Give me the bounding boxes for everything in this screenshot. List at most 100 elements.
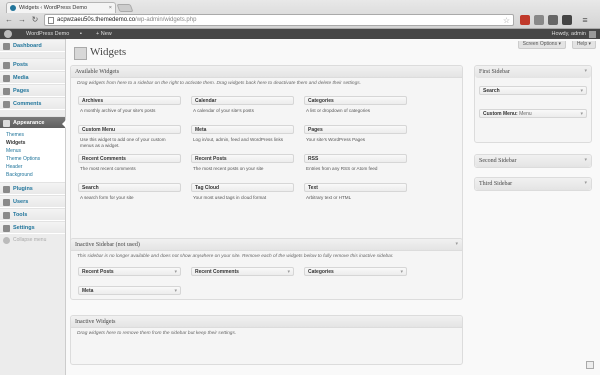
avatar[interactable]	[589, 30, 596, 38]
back-arrow-icon[interactable]: ←	[4, 15, 14, 25]
browser-chrome: Widgets ‹ WordPress Demo × ← → ↻ acpwzae…	[0, 0, 600, 29]
menu-item-tools[interactable]: Tools	[0, 208, 65, 221]
toggle-arrow-icon[interactable]: ▾	[584, 178, 587, 190]
available-widget[interactable]: Calendar A calendar of your site's posts	[191, 96, 294, 114]
extension-icon[interactable]	[548, 15, 558, 25]
screen-options-button[interactable]: Screen Options ▾	[517, 41, 566, 49]
inactive-sidebar-widget[interactable]: Meta ▾	[78, 286, 181, 295]
panel-heading[interactable]: Available Widgets	[71, 66, 462, 78]
widget-title[interactable]: Recent Posts	[191, 154, 294, 163]
submenu-themes[interactable]: Themes	[0, 131, 65, 139]
widget-title[interactable]: Search	[78, 183, 181, 192]
widget-title[interactable]: RSS	[304, 154, 407, 163]
layers-icon[interactable]	[562, 15, 572, 25]
menu-label: Appearance	[13, 120, 45, 126]
inactive-sidebar-widget[interactable]: Categories ▾	[304, 267, 407, 276]
menu-icon[interactable]: ≡	[580, 15, 590, 25]
new-content-link[interactable]: + New	[96, 29, 112, 39]
toggle-arrow-icon[interactable]: ▾	[584, 66, 587, 78]
widget-title[interactable]: Categories ▾	[304, 267, 407, 276]
inactive-sidebar-widget[interactable]: Recent Posts ▾	[78, 267, 181, 276]
available-widget[interactable]: Search A search form for your site	[78, 183, 181, 201]
menu-item-settings[interactable]: Settings	[0, 221, 65, 234]
menu-item-appearance[interactable]: Appearance	[0, 116, 66, 129]
submenu-widgets[interactable]: Widgets	[0, 139, 65, 147]
panel-description: Drag widgets here to remove them from th…	[77, 331, 237, 336]
available-widget[interactable]: Meta Log in/out, admin, feed and WordPres…	[191, 125, 294, 143]
menu-item-pages[interactable]: Pages	[0, 84, 65, 97]
panel-heading[interactable]: Inactive Sidebar (not used) ▾	[71, 239, 462, 251]
main-content: Widgets Screen Options ▾ Help ▾ Availabl…	[66, 39, 600, 375]
panel-heading[interactable]: Inactive Widgets	[71, 316, 462, 328]
bookmark-star-icon[interactable]: ☆	[503, 15, 510, 26]
extension-icon[interactable]	[534, 15, 544, 25]
widget-title[interactable]: Meta ▾	[78, 286, 181, 295]
sidebar-heading[interactable]: First Sidebar ▾	[475, 66, 591, 78]
reload-icon[interactable]: ↻	[30, 15, 40, 25]
menu-item-media[interactable]: Media	[0, 71, 65, 84]
sidebar-widget-search[interactable]: Search ▾	[479, 86, 587, 95]
sidebar-heading[interactable]: Second Sidebar ▾	[475, 155, 591, 167]
widget-title[interactable]: Tag Cloud	[191, 183, 294, 192]
wordpress-logo-icon[interactable]	[4, 30, 12, 38]
help-button[interactable]: Help ▾	[571, 41, 596, 49]
media-icon	[3, 75, 10, 82]
account-link[interactable]: Howdy, admin	[552, 29, 586, 39]
menu-item-posts[interactable]: Posts	[0, 58, 65, 71]
widget-title[interactable]: Categories	[304, 96, 407, 105]
available-widget[interactable]: Pages Your site's WordPress Pages	[304, 125, 407, 143]
appearance-icon	[3, 120, 10, 127]
submenu-menus[interactable]: Menus	[0, 147, 65, 155]
inactive-sidebar-widget[interactable]: Recent Comments ▾	[191, 267, 294, 276]
url-path: /wp-admin/widgets.php	[135, 17, 197, 23]
widget-title[interactable]: Archives	[78, 96, 181, 105]
widget-title[interactable]: Text	[304, 183, 407, 192]
available-widget[interactable]: Custom Menu Use this widget to add one of…	[78, 125, 181, 149]
submenu-header[interactable]: Header	[0, 163, 65, 171]
site-name-link[interactable]: WordPress Demo	[26, 29, 69, 39]
available-widget[interactable]: Archives A monthly archive of your site's…	[78, 96, 181, 114]
menu-item-users[interactable]: Users	[0, 195, 65, 208]
available-widget[interactable]: Tag Cloud Your most used tags in cloud fo…	[191, 183, 294, 201]
new-tab-button[interactable]	[116, 4, 134, 12]
toggle-arrow-icon[interactable]: ▾	[455, 239, 458, 251]
forward-arrow-icon[interactable]: →	[17, 15, 27, 25]
available-widget[interactable]: Recent Comments The most recent comments	[78, 154, 181, 172]
collapse-menu-button[interactable]: Collapse menu	[0, 234, 65, 246]
comments-icon[interactable]: ▪	[80, 29, 82, 39]
widget-title[interactable]: Recent Comments ▾	[191, 267, 294, 276]
menu-item-plugins[interactable]: Plugins	[0, 182, 65, 195]
available-widget[interactable]: Text Arbitrary text or HTML	[304, 183, 407, 201]
inactive-widgets-panel: Inactive Widgets Drag widgets here to re…	[70, 315, 463, 365]
expand-arrow-icon[interactable]: ▾	[400, 268, 403, 277]
widget-title[interactable]: Meta	[191, 125, 294, 134]
available-widget[interactable]: Recent Posts The most recent posts on you…	[191, 154, 294, 172]
widget-title[interactable]: Pages	[304, 125, 407, 134]
address-bar[interactable]: acpwzaeu50s.themedemo.co/wp-admin/widget…	[44, 14, 514, 26]
toggle-arrow-icon[interactable]: ▾	[584, 155, 587, 167]
submenu-background[interactable]: Background	[0, 171, 65, 179]
widget-title[interactable]: Custom Menu	[78, 125, 181, 134]
browser-tab[interactable]: Widgets ‹ WordPress Demo ×	[6, 2, 116, 13]
panel-title: Available Widgets	[75, 69, 120, 75]
widget-title[interactable]: Recent Comments	[78, 154, 181, 163]
available-widget[interactable]: RSS Entries from any RSS or Atom feed	[304, 154, 407, 172]
expand-arrow-icon[interactable]: ▾	[580, 110, 583, 119]
first-sidebar-panel: First Sidebar ▾ Search ▾ Custom Menu: Menu…	[474, 65, 592, 143]
tab-close-icon[interactable]: ×	[109, 3, 112, 13]
submenu-theme-options[interactable]: Theme Options	[0, 155, 65, 163]
sidebar-heading[interactable]: Third Sidebar ▾	[475, 178, 591, 190]
resize-corner-icon[interactable]	[586, 361, 594, 369]
expand-arrow-icon[interactable]: ▾	[287, 268, 290, 277]
expand-arrow-icon[interactable]: ▾	[174, 287, 177, 296]
extension-icon[interactable]	[520, 15, 530, 25]
expand-arrow-icon[interactable]: ▾	[174, 268, 177, 277]
widget-title[interactable]: Calendar	[191, 96, 294, 105]
expand-arrow-icon[interactable]: ▾	[580, 87, 583, 96]
menu-item-dashboard[interactable]: Dashboard	[0, 39, 65, 52]
menu-item-comments[interactable]: Comments	[0, 97, 65, 110]
menu-label: Plugins	[13, 186, 33, 192]
sidebar-widget-custom-menu[interactable]: Custom Menu: Menu ▾	[479, 109, 587, 118]
widget-title[interactable]: Recent Posts ▾	[78, 267, 181, 276]
available-widget[interactable]: Categories A list or dropdown of categori…	[304, 96, 407, 114]
